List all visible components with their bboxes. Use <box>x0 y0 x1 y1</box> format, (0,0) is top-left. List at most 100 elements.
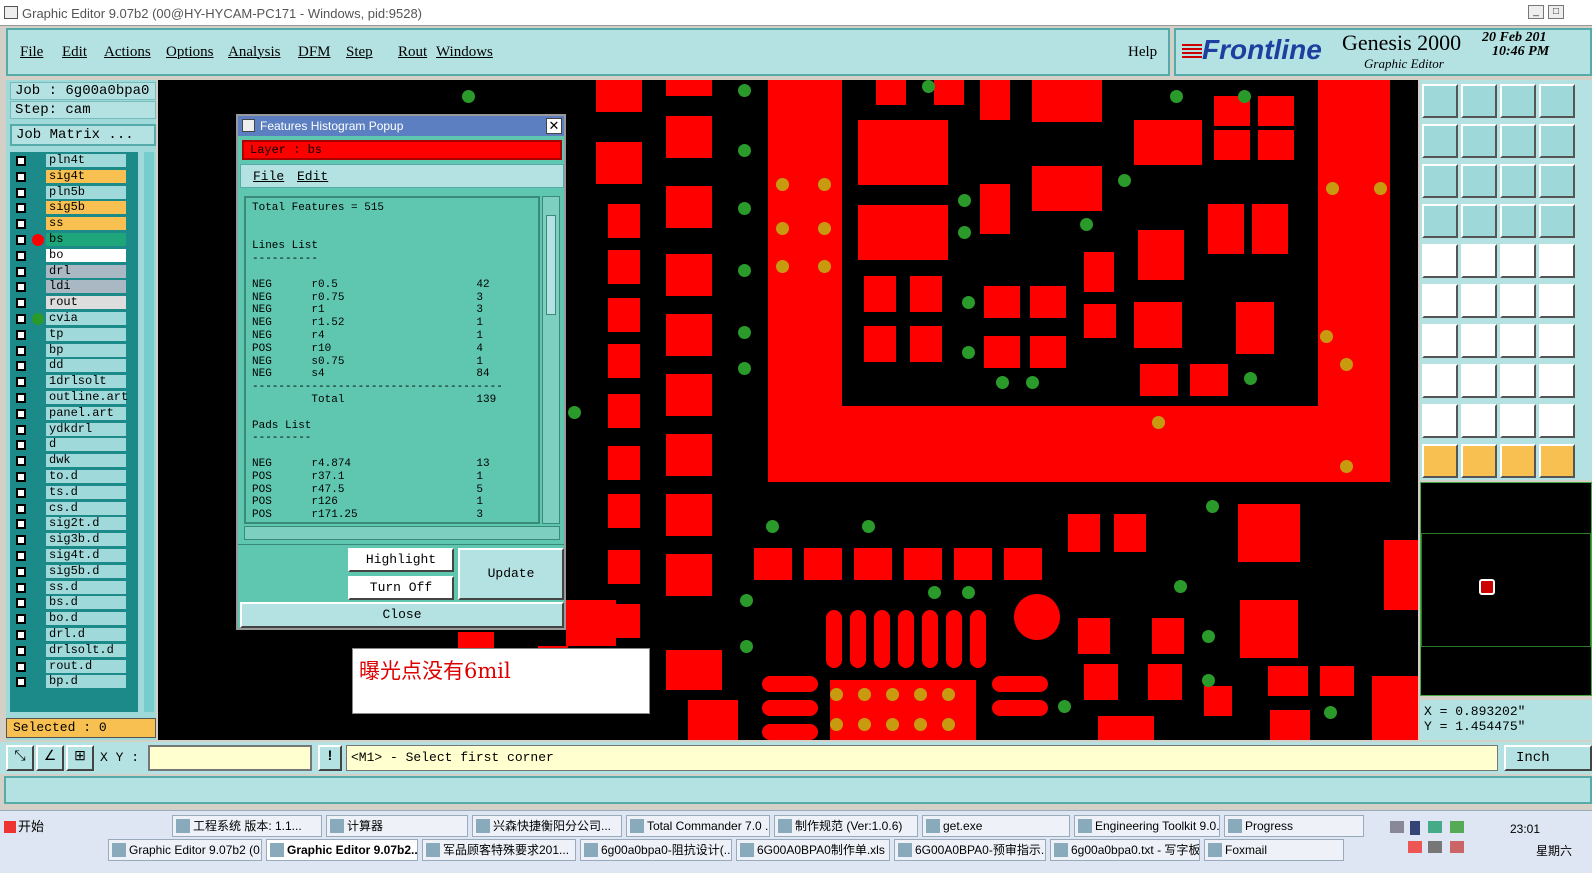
taskbar-button[interactable]: get.exe <box>922 815 1070 837</box>
scale-icon[interactable] <box>1500 244 1536 278</box>
network-icon[interactable] <box>1428 821 1442 833</box>
layer-row[interactable]: ts.d <box>10 485 138 500</box>
layer-row[interactable]: drlsolt.d <box>10 643 138 658</box>
turn-off-button[interactable]: Turn Off <box>348 576 454 600</box>
taskbar-button[interactable]: 工程系统 版本: 1.1... <box>172 815 322 837</box>
layer-row[interactable]: rout.d <box>10 659 138 674</box>
ratio-icon[interactable] <box>1500 164 1536 198</box>
layer-name[interactable]: rout <box>46 296 126 310</box>
layer-checkbox[interactable] <box>16 314 26 324</box>
rotate-icon[interactable] <box>1500 324 1536 358</box>
layer-name[interactable]: sig2t.d <box>46 517 126 531</box>
layer-checkbox[interactable] <box>16 408 26 419</box>
layer-row[interactable]: cs.d <box>10 501 138 516</box>
home-icon[interactable] <box>1500 84 1536 118</box>
copy-icon[interactable] <box>1539 364 1575 398</box>
menu-windows[interactable]: Windows <box>436 44 493 61</box>
print-icon[interactable] <box>1539 84 1575 118</box>
job-matrix-button[interactable]: Job Matrix ... <box>10 124 156 146</box>
layer-row[interactable]: dwk <box>10 454 138 468</box>
layer-row[interactable]: pln4t <box>10 154 138 168</box>
units-selector[interactable]: Inch <box>1504 745 1592 771</box>
minimize-button[interactable]: _ <box>1528 5 1544 19</box>
layer-checkbox[interactable] <box>16 171 26 182</box>
layer-name[interactable]: sig3b.d <box>46 533 126 547</box>
xy-input[interactable] <box>148 745 312 771</box>
layer-row[interactable]: sig5b.d <box>10 564 138 579</box>
bluetooth-icon[interactable] <box>1410 821 1420 835</box>
taskbar-button[interactable]: 兴森快捷衡阳分公司... <box>472 815 622 837</box>
popup-close-icon[interactable]: ✕ <box>546 118 562 134</box>
menu-rout[interactable]: Rout <box>398 44 427 61</box>
layer-name[interactable]: sig4t <box>46 169 126 183</box>
swap-icon[interactable] <box>1500 124 1536 158</box>
layer-row[interactable]: to.d <box>10 470 138 484</box>
layer-row[interactable]: sig5b <box>10 201 138 215</box>
layer-row[interactable]: d <box>10 438 138 452</box>
ruler-icon[interactable] <box>1422 204 1458 238</box>
taskbar-button[interactable]: 6g00a0bpa0-阻抗设计(... <box>580 839 732 861</box>
angle-snap-icon[interactable]: ∠ <box>36 745 64 771</box>
grid-toggle-icon[interactable] <box>1461 204 1497 238</box>
triangle-icon[interactable] <box>1422 404 1458 438</box>
layer-row[interactable]: outline.art <box>10 391 138 405</box>
layer-checkbox[interactable] <box>16 535 26 546</box>
navigator-view[interactable] <box>1420 482 1592 696</box>
layer-checkbox[interactable] <box>16 472 26 482</box>
layer-row[interactable]: ss <box>10 217 138 231</box>
layer-row[interactable]: ydkdrl <box>10 422 138 437</box>
layer-name[interactable]: bs <box>46 233 126 246</box>
node-icon[interactable] <box>1422 364 1458 398</box>
layer-row[interactable]: 1drlsolt <box>10 375 138 389</box>
fill-icon[interactable] <box>1422 244 1458 278</box>
arc-icon[interactable] <box>1539 404 1575 438</box>
close-button[interactable]: Close <box>240 602 564 628</box>
mirror-icon[interactable] <box>1500 364 1536 398</box>
taskbar-button[interactable]: Foxmail <box>1204 839 1344 861</box>
layer-row[interactable]: ldi <box>10 280 138 294</box>
layer-name[interactable]: tp <box>46 327 126 341</box>
menu-edit[interactable]: Edit <box>62 44 87 61</box>
layer-name[interactable]: pln4t <box>46 154 126 167</box>
slash-icon[interactable] <box>1461 324 1497 358</box>
layer-row[interactable]: sig4t.d <box>10 549 138 563</box>
layer-row[interactable]: drl.d <box>10 628 138 642</box>
layer-name[interactable]: sig4t.d <box>46 549 126 562</box>
grid-icon[interactable]: ⊞ <box>66 745 94 771</box>
taskbar-button[interactable]: Progress <box>1224 815 1364 837</box>
layer-name[interactable]: ss <box>46 217 126 231</box>
layer-checkbox[interactable] <box>16 156 26 166</box>
layer-checkbox[interactable] <box>16 566 26 577</box>
layer-row[interactable]: tp <box>10 327 138 342</box>
menu-help[interactable]: Help <box>1128 44 1157 61</box>
volume-icon[interactable] <box>1428 841 1442 853</box>
layer-name[interactable]: sig5b <box>46 201 126 215</box>
layer-name[interactable]: sig5b.d <box>46 564 126 578</box>
menu-actions[interactable]: Actions <box>104 44 151 61</box>
taskbar-button[interactable]: Engineering Toolkit 9.0... <box>1074 815 1220 837</box>
layer-row[interactable]: sig2t.d <box>10 517 138 531</box>
taskbar-button[interactable]: 6g00a0bpa0.txt - 写字板 <box>1050 839 1200 861</box>
center-icon[interactable] <box>1461 164 1497 198</box>
layer-name[interactable]: bp.d <box>46 675 126 689</box>
layer-checkbox[interactable] <box>16 598 26 609</box>
histogram-vscroll[interactable] <box>542 196 560 524</box>
layer-row[interactable]: pln5b <box>10 185 138 200</box>
histogram-hscroll[interactable] <box>244 526 560 540</box>
layer-name[interactable]: 1drlsolt <box>46 375 126 389</box>
layer-checkbox[interactable] <box>16 503 26 514</box>
layer-name[interactable]: outline.art <box>46 391 128 404</box>
select-icon[interactable] <box>1422 444 1458 478</box>
scroll-thumb[interactable] <box>546 215 556 315</box>
outline-triangle-icon[interactable] <box>1461 404 1497 438</box>
filled-triangle-icon[interactable] <box>1500 404 1536 438</box>
taskbar-button[interactable]: Total Commander 7.0 ... <box>626 815 770 837</box>
highlight-button[interactable]: Highlight <box>348 548 454 572</box>
open-icon[interactable] <box>1422 84 1458 118</box>
layer-name[interactable]: bs.d <box>46 596 126 610</box>
line-icon[interactable] <box>1422 324 1458 358</box>
layer-name[interactable]: ydkdrl <box>46 422 126 436</box>
shape-icon[interactable] <box>1539 244 1575 278</box>
menu-dfm[interactable]: DFM <box>298 44 331 61</box>
layer-checkbox[interactable] <box>16 440 26 451</box>
